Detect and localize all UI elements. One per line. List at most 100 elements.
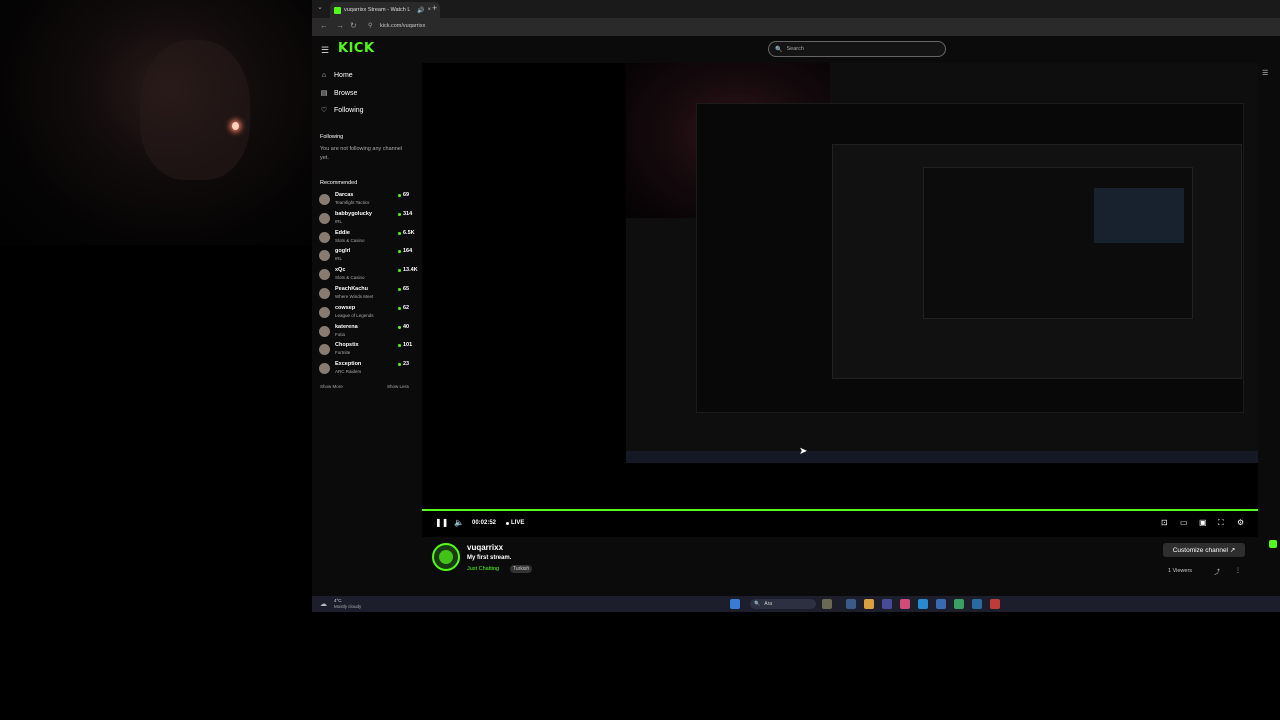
nested-taskbar bbox=[626, 451, 1258, 463]
show-more-link[interactable]: Show More bbox=[320, 384, 343, 389]
tab-bar: ⌄ vuqarrixx Stream - Watch L 🔊 × + bbox=[312, 0, 1280, 18]
viewer-count: 6.5K bbox=[403, 229, 415, 236]
live-dot bbox=[398, 325, 401, 329]
live-dot bbox=[506, 522, 509, 525]
theater-mode-icon[interactable]: ▭ bbox=[1180, 518, 1188, 527]
taskbar-search-label: Ara bbox=[764, 601, 773, 607]
viewer-count: 40 bbox=[403, 323, 410, 330]
edge-icon[interactable] bbox=[918, 599, 928, 609]
channel-category: Where Winds Meet bbox=[335, 294, 374, 299]
url-field[interactable]: kick.com/vuqarrixx bbox=[380, 23, 425, 29]
obs-icon[interactable] bbox=[990, 599, 1000, 609]
stream-title: My first stream. bbox=[467, 555, 512, 561]
channel-name: goglrl bbox=[335, 248, 351, 255]
reload-icon[interactable]: ↻ bbox=[350, 21, 357, 30]
webcam-overlay bbox=[0, 0, 312, 245]
recommended-channel[interactable]: katerena Fotia 40 bbox=[319, 324, 415, 342]
search-input[interactable]: 🔍 Search bbox=[768, 41, 946, 57]
channel-category: Fortnite bbox=[335, 350, 351, 356]
recommended-channel[interactable]: xQc Slots & Casino 13.4K bbox=[319, 267, 418, 285]
address-bar: ← → ↻ ⚲ kick.com/vuqarrixx bbox=[312, 18, 1280, 36]
avatar bbox=[319, 231, 330, 243]
customize-channel-button[interactable]: Customize channel ↗ bbox=[1163, 543, 1245, 557]
nested-screen-3 bbox=[923, 167, 1193, 319]
widgets-icon[interactable] bbox=[822, 599, 832, 609]
tab-list-icon[interactable]: ⌄ bbox=[317, 3, 323, 11]
viewer-count: 1 Viewers bbox=[1168, 568, 1193, 574]
recommended-channel[interactable]: PeachKachu Where Winds Meet 65 bbox=[319, 286, 415, 304]
channel-name[interactable]: vuqarrixx bbox=[467, 543, 503, 552]
speaker-icon[interactable]: 🔊 bbox=[417, 7, 424, 14]
recommended-channel[interactable]: Darcas Teamfight Tactics 69 bbox=[319, 192, 415, 210]
mouse-cursor-icon: ➤ bbox=[799, 446, 808, 457]
close-tab-icon[interactable]: × bbox=[427, 7, 431, 13]
avatar-inner bbox=[439, 550, 453, 564]
search-placeholder: Search bbox=[786, 46, 804, 52]
pause-icon[interactable]: ❚❚ bbox=[435, 518, 448, 527]
player-controls: ❚❚ 🔈 00:02:52 LIVE ⊡ ▭ ▣ ⛶ ⚙ bbox=[422, 511, 1258, 537]
recommended-channel[interactable]: babbygolucky IRL 314 bbox=[319, 211, 415, 229]
share-icon[interactable]: ⤴ bbox=[1214, 567, 1220, 576]
store-icon[interactable] bbox=[882, 599, 892, 609]
channel-category: League of Legends bbox=[335, 312, 374, 318]
avatar bbox=[319, 344, 330, 356]
chat-toggle-icon[interactable]: ☰ bbox=[1262, 69, 1268, 77]
recommended-channel[interactable]: Eddie Slots & Casino 6.5K bbox=[319, 230, 415, 248]
forward-icon[interactable]: → bbox=[336, 21, 344, 30]
task-view-icon[interactable] bbox=[846, 599, 856, 609]
weather-cloud-icon[interactable]: ☁ bbox=[320, 600, 327, 608]
more-options-icon[interactable]: ⋮ bbox=[1235, 567, 1241, 574]
back-icon[interactable]: ← bbox=[320, 21, 328, 30]
browser-tab[interactable]: vuqarrixx Stream - Watch L 🔊 × bbox=[330, 2, 440, 18]
volume-icon[interactable]: 🔈 bbox=[454, 518, 464, 527]
viewer-count: 101 bbox=[403, 342, 413, 349]
recommended-title: Recommended bbox=[320, 180, 358, 186]
live-dot bbox=[398, 269, 401, 273]
screen: { "browser": { "tab_title": "vuqarrixx S… bbox=[0, 0, 1280, 720]
site-info-icon[interactable]: ⚲ bbox=[368, 22, 372, 29]
browser-window: ⌄ vuqarrixx Stream - Watch L 🔊 × + ← → ↻… bbox=[312, 0, 1280, 612]
app-icon[interactable] bbox=[900, 599, 910, 609]
channel-category: IRL bbox=[335, 218, 343, 224]
fullscreen-icon[interactable]: ⛶ bbox=[1218, 518, 1224, 528]
start-button-icon[interactable] bbox=[730, 599, 740, 609]
chrome-icon[interactable] bbox=[954, 599, 964, 609]
channel-avatar[interactable] bbox=[432, 543, 460, 571]
nested-screen bbox=[696, 103, 1244, 413]
sidebar-item-home[interactable]: ⌂ Home bbox=[320, 72, 353, 79]
browse-icon: ▤ bbox=[320, 90, 328, 97]
file-explorer-icon[interactable] bbox=[864, 599, 874, 609]
sidebar-item-following[interactable]: ♡ Following bbox=[320, 106, 364, 115]
app-icon-2[interactable] bbox=[936, 599, 946, 609]
customize-label: Customize channel bbox=[1172, 546, 1228, 554]
video-player[interactable]: ❚❚ 🔈 00:02:52 LIVE ⊡ ▭ ▣ ⛶ ⚙ bbox=[422, 63, 1258, 537]
new-tab-icon[interactable]: + bbox=[432, 3, 437, 13]
external-link-icon: ↗ bbox=[1229, 547, 1236, 554]
taskbar-search[interactable]: 🔍 Ara bbox=[750, 599, 816, 609]
language-tag[interactable]: Turkish bbox=[510, 565, 533, 573]
avatar bbox=[319, 288, 330, 299]
recommended-channel[interactable]: Chopstix Fortnite 101 bbox=[319, 342, 415, 360]
channel-name: Chopstix bbox=[335, 342, 359, 349]
pip-icon[interactable]: ▣ bbox=[1199, 518, 1207, 527]
search-icon: 🔍 bbox=[775, 46, 783, 53]
hamburger-menu-icon[interactable]: ☰ bbox=[321, 45, 329, 56]
cigarette-glow bbox=[232, 122, 239, 130]
show-less-link[interactable]: Show Less bbox=[387, 384, 409, 389]
recommended-channel[interactable]: cowsep League of Legends 62 bbox=[319, 305, 415, 323]
nested-screen-4 bbox=[1094, 188, 1184, 243]
avatar bbox=[319, 269, 330, 281]
following-title: Following bbox=[320, 134, 344, 140]
channel-category: Slots & Casino bbox=[335, 237, 365, 243]
sidebar-item-browse[interactable]: ▤ Browse bbox=[320, 89, 358, 98]
settings-gear-icon[interactable]: ⚙ bbox=[1237, 518, 1244, 527]
kick-logo[interactable]: KICK bbox=[338, 41, 375, 56]
avatar bbox=[319, 306, 330, 318]
recommended-channel[interactable]: goglrl IRL 164 bbox=[319, 248, 415, 266]
app-icon-3[interactable] bbox=[972, 599, 982, 609]
clip-icon[interactable]: ⊡ bbox=[1161, 518, 1168, 527]
channel-name: Eddie bbox=[335, 229, 350, 236]
stream-category[interactable]: Just Chatting bbox=[467, 566, 499, 572]
recommended-channel[interactable]: Exception ARC Raiders 23 bbox=[319, 361, 415, 379]
weather-description: Mostly cloudy bbox=[334, 604, 362, 609]
